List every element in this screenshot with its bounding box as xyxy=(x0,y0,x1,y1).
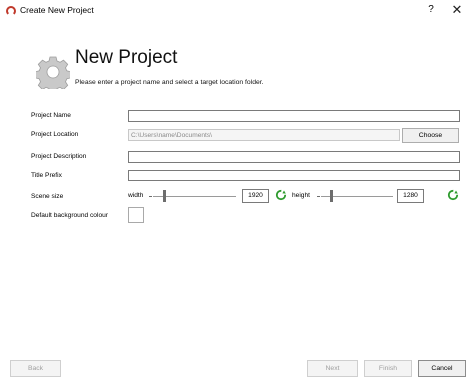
width-slider-handle[interactable] xyxy=(163,190,166,202)
title-bar: Create New Project ? ✕ xyxy=(0,0,471,22)
project-description-label: Project Description xyxy=(31,153,87,160)
window-title: Create New Project xyxy=(20,5,94,15)
height-slider-handle[interactable] xyxy=(330,190,333,202)
project-description-input[interactable] xyxy=(128,151,460,163)
gear-icon xyxy=(36,56,70,89)
width-slider-tick xyxy=(149,196,152,197)
back-button: Back xyxy=(10,360,61,377)
height-label: height xyxy=(292,192,310,199)
height-refresh-icon[interactable] xyxy=(446,188,460,202)
scene-size-label: Scene size xyxy=(31,193,64,200)
finish-button: Finish xyxy=(364,360,412,377)
width-input[interactable]: 1920 xyxy=(242,189,269,203)
app-icon xyxy=(6,6,16,16)
project-location-input: C:\Users\name\Documents\ xyxy=(128,129,400,141)
page-title: New Project xyxy=(75,47,178,68)
title-prefix-label: Title Prefix xyxy=(31,172,62,179)
bg-colour-label: Default background colour xyxy=(31,212,108,219)
choose-button[interactable]: Choose xyxy=(402,128,459,143)
project-name-input[interactable] xyxy=(128,110,460,122)
help-button[interactable]: ? xyxy=(424,4,438,15)
project-name-label: Project Name xyxy=(31,112,71,119)
cancel-button[interactable]: Cancel xyxy=(418,360,466,377)
width-label: width xyxy=(128,192,144,199)
page-subtitle: Please enter a project name and select a… xyxy=(75,79,264,86)
project-location-label: Project Location xyxy=(31,131,79,138)
height-input[interactable]: 1280 xyxy=(397,189,424,203)
title-prefix-input[interactable] xyxy=(128,170,460,181)
next-button: Next xyxy=(307,360,358,377)
close-button[interactable]: ✕ xyxy=(449,2,465,18)
bg-colour-swatch[interactable] xyxy=(128,207,144,223)
height-slider-tick xyxy=(317,196,320,197)
width-refresh-icon[interactable] xyxy=(274,188,288,202)
